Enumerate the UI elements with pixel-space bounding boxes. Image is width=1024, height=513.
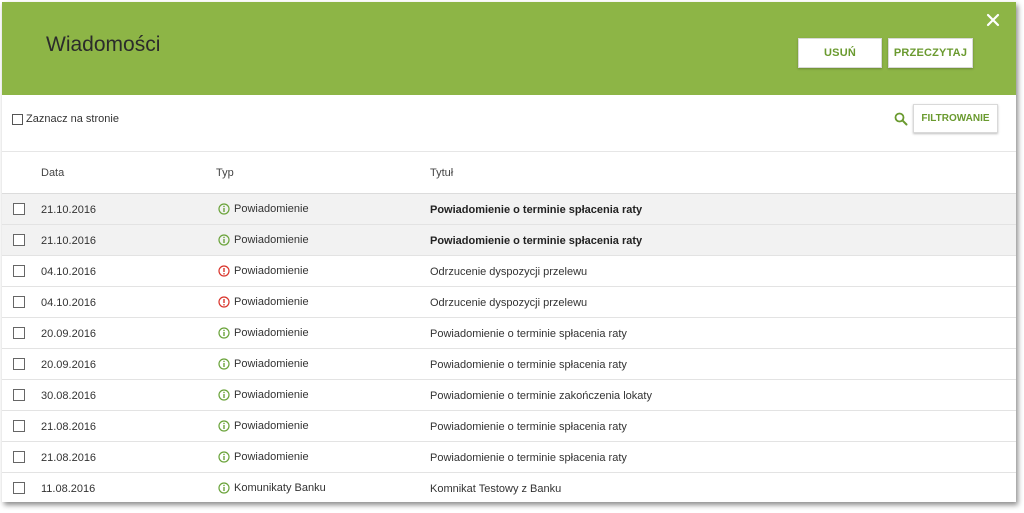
warning-icon bbox=[218, 265, 230, 277]
row-type-label: Powiadomienie bbox=[234, 296, 309, 308]
row-date: 11.08.2016 bbox=[41, 483, 96, 495]
info-icon bbox=[218, 420, 230, 432]
row-date: 04.10.2016 bbox=[41, 266, 97, 278]
table-header: Data Typ Tytuł bbox=[2, 152, 1016, 194]
row-checkbox[interactable] bbox=[13, 451, 25, 466]
row-checkbox[interactable] bbox=[13, 203, 25, 218]
row-title[interactable]: Komnikat Testowy z Banku bbox=[430, 483, 561, 495]
table-row[interactable]: 21.10.2016 Powiadomienie Powiadomienie o t… bbox=[2, 225, 1016, 256]
table-row[interactable]: 21.08.2016 Powiadomienie Powiadomienie o t… bbox=[2, 411, 1016, 442]
messages-list: 21.10.2016 Powiadomienie Powiadomienie o t… bbox=[2, 194, 1016, 502]
row-type-label: Powiadomienie bbox=[234, 358, 309, 370]
row-type: Powiadomienie bbox=[218, 265, 309, 277]
search-icon[interactable] bbox=[894, 112, 908, 126]
row-title[interactable]: Odrzucenie dyspozycji przelewu bbox=[430, 266, 587, 278]
row-title[interactable]: Powiadomienie o terminie spłacenia raty bbox=[430, 235, 642, 247]
row-type: Powiadomienie bbox=[218, 389, 309, 401]
row-date: 21.08.2016 bbox=[41, 421, 97, 433]
table-row[interactable]: 21.10.2016 Powiadomienie Powiadomienie o t… bbox=[2, 194, 1016, 225]
row-type: Powiadomienie bbox=[218, 327, 309, 339]
row-checkbox[interactable] bbox=[13, 234, 25, 249]
warning-icon bbox=[218, 296, 230, 308]
checkbox[interactable] bbox=[13, 389, 25, 401]
row-title[interactable]: Powiadomienie o terminie zakończenia lok… bbox=[430, 390, 652, 402]
row-title[interactable]: Powiadomienie o terminie spłacenia raty bbox=[430, 204, 642, 216]
row-type-label: Powiadomienie bbox=[234, 389, 309, 401]
row-type-label: Komunikaty Banku bbox=[234, 482, 326, 494]
table-row[interactable]: 04.10.2016 Powiadomienie Odrzucenie dyspoz… bbox=[2, 287, 1016, 318]
row-title[interactable]: Odrzucenie dyspozycji przelewu bbox=[430, 297, 587, 309]
row-checkbox[interactable] bbox=[13, 358, 25, 373]
select-all-label: Zaznacz na stronie bbox=[26, 113, 119, 125]
info-icon bbox=[218, 389, 230, 401]
checkbox[interactable] bbox=[13, 358, 25, 370]
row-date: 20.09.2016 bbox=[41, 359, 97, 371]
row-type: Powiadomienie bbox=[218, 203, 309, 215]
info-icon bbox=[218, 327, 230, 339]
checkbox[interactable] bbox=[13, 203, 25, 215]
column-date[interactable]: Data bbox=[41, 167, 64, 179]
row-type: Powiadomienie bbox=[218, 451, 309, 463]
mark-read-button[interactable]: PRZECZYTAJ bbox=[888, 38, 973, 68]
row-date: 21.08.2016 bbox=[41, 452, 97, 464]
row-checkbox[interactable] bbox=[13, 327, 25, 342]
row-type-label: Powiadomienie bbox=[234, 451, 309, 463]
row-date: 21.10.2016 bbox=[41, 235, 97, 247]
checkbox[interactable] bbox=[12, 113, 23, 125]
checkbox[interactable] bbox=[13, 296, 25, 308]
row-date: 20.09.2016 bbox=[41, 328, 97, 340]
row-title[interactable]: Powiadomienie o terminie spłacenia raty bbox=[430, 452, 627, 464]
table-row[interactable]: 11.08.2016 Komunikaty Banku Komnikat Testo… bbox=[2, 473, 1016, 502]
close-icon[interactable] bbox=[986, 13, 1002, 29]
row-checkbox[interactable] bbox=[13, 265, 25, 280]
list-toolbar: Zaznacz na stronie FILTROWANIE bbox=[2, 95, 1016, 152]
info-icon bbox=[218, 451, 230, 463]
row-type-label: Powiadomienie bbox=[234, 327, 309, 339]
row-title[interactable]: Powiadomienie o terminie spłacenia raty bbox=[430, 421, 627, 433]
checkbox[interactable] bbox=[13, 482, 25, 494]
row-checkbox[interactable] bbox=[13, 296, 25, 311]
row-checkbox[interactable] bbox=[13, 389, 25, 404]
dialog-header: Wiadomości USUŃ PRZECZYTAJ bbox=[2, 2, 1016, 95]
row-checkbox[interactable] bbox=[13, 420, 25, 435]
column-type[interactable]: Typ bbox=[216, 167, 234, 179]
column-title[interactable]: Tytuł bbox=[430, 167, 453, 179]
table-row[interactable]: 21.08.2016 Powiadomienie Powiadomienie o t… bbox=[2, 442, 1016, 473]
row-checkbox[interactable] bbox=[13, 482, 25, 497]
checkbox[interactable] bbox=[13, 327, 25, 339]
table-row[interactable]: 20.09.2016 Powiadomienie Powiadomienie o t… bbox=[2, 349, 1016, 380]
select-all-checkbox[interactable]: Zaznacz na stronie bbox=[12, 113, 119, 125]
row-type-label: Powiadomienie bbox=[234, 234, 309, 246]
row-title[interactable]: Powiadomienie o terminie spłacenia raty bbox=[430, 328, 627, 340]
info-icon bbox=[218, 358, 230, 370]
messages-dialog: Wiadomości USUŃ PRZECZYTAJ Zaznacz na st… bbox=[2, 2, 1016, 502]
row-type: Powiadomienie bbox=[218, 358, 309, 370]
row-type-label: Powiadomienie bbox=[234, 203, 309, 215]
table-row[interactable]: 04.10.2016 Powiadomienie Odrzucenie dyspoz… bbox=[2, 256, 1016, 287]
row-type-label: Powiadomienie bbox=[234, 265, 309, 277]
info-icon bbox=[218, 234, 230, 246]
checkbox[interactable] bbox=[13, 451, 25, 463]
row-date: 30.08.2016 bbox=[41, 390, 97, 402]
row-type: Powiadomienie bbox=[218, 296, 309, 308]
row-type-label: Powiadomienie bbox=[234, 420, 309, 432]
checkbox[interactable] bbox=[13, 265, 25, 277]
page-title: Wiadomości bbox=[46, 33, 161, 56]
table-row[interactable]: 20.09.2016 Powiadomienie Powiadomienie o t… bbox=[2, 318, 1016, 349]
delete-button[interactable]: USUŃ bbox=[798, 38, 882, 68]
row-type: Komunikaty Banku bbox=[218, 482, 326, 494]
info-icon bbox=[218, 482, 230, 494]
checkbox[interactable] bbox=[13, 234, 25, 246]
filter-button[interactable]: FILTROWANIE bbox=[913, 104, 998, 133]
row-type: Powiadomienie bbox=[218, 234, 309, 246]
row-type: Powiadomienie bbox=[218, 420, 309, 432]
table-row[interactable]: 30.08.2016 Powiadomienie Powiadomienie o t… bbox=[2, 380, 1016, 411]
row-date: 04.10.2016 bbox=[41, 297, 97, 309]
checkbox[interactable] bbox=[13, 420, 25, 432]
info-icon bbox=[218, 203, 230, 215]
row-date: 21.10.2016 bbox=[41, 204, 97, 216]
row-title[interactable]: Powiadomienie o terminie spłacenia raty bbox=[430, 359, 627, 371]
